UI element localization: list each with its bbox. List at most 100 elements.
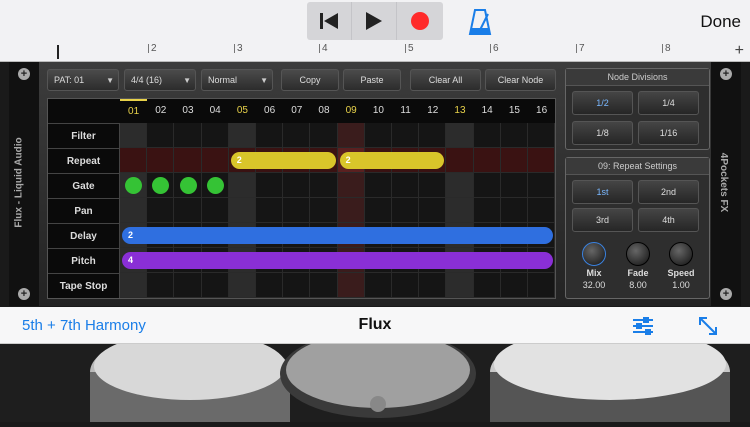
grid-cell[interactable] <box>283 173 311 198</box>
pattern-select[interactable]: PAT: 01 ▼ <box>47 69 119 91</box>
grid-cell[interactable] <box>446 273 474 298</box>
grid-cell[interactable] <box>446 198 474 223</box>
grid-cell[interactable] <box>419 123 447 148</box>
grid-cell[interactable] <box>364 198 392 223</box>
grid-cell[interactable] <box>446 123 474 148</box>
done-button[interactable]: Done <box>700 12 741 32</box>
grid-cell[interactable] <box>419 273 447 298</box>
copy-button[interactable]: Copy <box>281 69 339 91</box>
grid-cell[interactable] <box>337 198 365 223</box>
division-half-button[interactable]: 1/2 <box>572 91 633 115</box>
grid-cell[interactable] <box>473 273 501 298</box>
metronome-icon[interactable] <box>468 8 492 36</box>
fade-knob[interactable] <box>626 242 650 266</box>
paste-button[interactable]: Paste <box>343 69 401 91</box>
grid-cell[interactable] <box>174 198 202 223</box>
grid-cell[interactable] <box>500 173 528 198</box>
grid-cell[interactable] <box>256 198 284 223</box>
grid-cell[interactable] <box>310 198 338 223</box>
grid-cell[interactable] <box>201 273 229 298</box>
clear-node-button[interactable]: Clear Node <box>485 69 556 91</box>
repeat-second-button[interactable]: 2nd <box>638 180 699 204</box>
grid-cell[interactable] <box>283 198 311 223</box>
grid-cell[interactable] <box>228 198 256 223</box>
grid-cell[interactable] <box>500 123 528 148</box>
grid-cell[interactable] <box>228 273 256 298</box>
repeat-fourth-button[interactable]: 4th <box>638 208 699 232</box>
expand-icon[interactable] <box>697 315 719 337</box>
rewind-button[interactable] <box>307 2 352 40</box>
grid-cell[interactable] <box>147 148 175 173</box>
grid-cell[interactable] <box>256 273 284 298</box>
grid-cell[interactable] <box>337 173 365 198</box>
add-icon[interactable]: + <box>735 42 744 60</box>
gate-node[interactable] <box>206 177 224 194</box>
mixer-settings-icon[interactable] <box>631 315 655 337</box>
record-button[interactable] <box>397 2 442 40</box>
clear-all-button[interactable]: Clear All <box>410 69 481 91</box>
time-signature-select[interactable]: 4/4 (16) ▼ <box>124 69 196 91</box>
grid-cell[interactable] <box>120 123 148 148</box>
grid-cell[interactable] <box>528 123 556 148</box>
grid-cell[interactable] <box>201 123 229 148</box>
grid-cell[interactable] <box>337 273 365 298</box>
grid-cell[interactable] <box>392 273 420 298</box>
grid-cell[interactable] <box>174 148 202 173</box>
grid-cell[interactable] <box>419 198 447 223</box>
grid-cell[interactable] <box>201 198 229 223</box>
grid-cell[interactable] <box>174 123 202 148</box>
playhead-marker[interactable] <box>57 45 67 59</box>
grid-cell[interactable] <box>392 173 420 198</box>
mix-knob[interactable] <box>582 242 606 266</box>
grid-cell[interactable] <box>120 198 148 223</box>
grid-cell[interactable] <box>283 273 311 298</box>
division-eighth-button[interactable]: 1/8 <box>572 121 633 145</box>
grid-cell[interactable] <box>174 273 202 298</box>
division-quarter-button[interactable]: 1/4 <box>638 91 699 115</box>
gate-node[interactable] <box>179 177 197 194</box>
grid-cell[interactable] <box>147 198 175 223</box>
grid-cell[interactable] <box>310 273 338 298</box>
grid-cell[interactable] <box>500 198 528 223</box>
grid-cell[interactable] <box>528 148 556 173</box>
grid-cell[interactable] <box>392 123 420 148</box>
grid-cell[interactable] <box>310 173 338 198</box>
grid-cell[interactable] <box>419 173 447 198</box>
grid-cell[interactable] <box>120 148 148 173</box>
grid-cell[interactable] <box>473 198 501 223</box>
grid-cell[interactable] <box>256 123 284 148</box>
speed-knob[interactable] <box>669 242 693 266</box>
grid-cell[interactable] <box>473 173 501 198</box>
division-sixteenth-button[interactable]: 1/16 <box>638 121 699 145</box>
grid-cell[interactable] <box>446 148 474 173</box>
grid-cell[interactable] <box>473 148 501 173</box>
play-button[interactable] <box>352 2 397 40</box>
grid-cell[interactable] <box>201 148 229 173</box>
grid-cell[interactable] <box>473 123 501 148</box>
timeline-ruler[interactable]: 2 3 4 5 6 7 8 + <box>0 42 750 62</box>
delay-node[interactable]: 2 <box>122 227 554 244</box>
grid-cell[interactable] <box>228 173 256 198</box>
grid-cell[interactable] <box>446 173 474 198</box>
grid-cell[interactable] <box>500 273 528 298</box>
grid-cell[interactable] <box>256 173 284 198</box>
grid-cell[interactable] <box>283 123 311 148</box>
pitch-node[interactable]: 4 <box>122 252 554 269</box>
preset-name[interactable]: 5th + 7th Harmony <box>22 317 146 334</box>
grid-cell[interactable] <box>147 123 175 148</box>
grid-cell[interactable] <box>228 123 256 148</box>
grid-cell[interactable] <box>310 123 338 148</box>
grid-cell[interactable] <box>147 273 175 298</box>
mode-select[interactable]: Normal ▼ <box>201 69 273 91</box>
grid-cell[interactable] <box>364 173 392 198</box>
repeat-node[interactable]: 2 <box>339 152 445 169</box>
grid-cell[interactable] <box>120 273 148 298</box>
grid-cell[interactable] <box>364 273 392 298</box>
grid-cell[interactable] <box>337 123 365 148</box>
grid-cell[interactable] <box>528 173 556 198</box>
gate-node[interactable] <box>125 177 143 194</box>
repeat-node[interactable]: 2 <box>230 152 336 169</box>
grid-cell[interactable] <box>392 198 420 223</box>
sequencer-grid[interactable]: 01 02 03 04 05 06 07 08 09 10 11 12 13 14 15 16 Filter Re… <box>47 98 556 299</box>
grid-cell[interactable] <box>528 198 556 223</box>
